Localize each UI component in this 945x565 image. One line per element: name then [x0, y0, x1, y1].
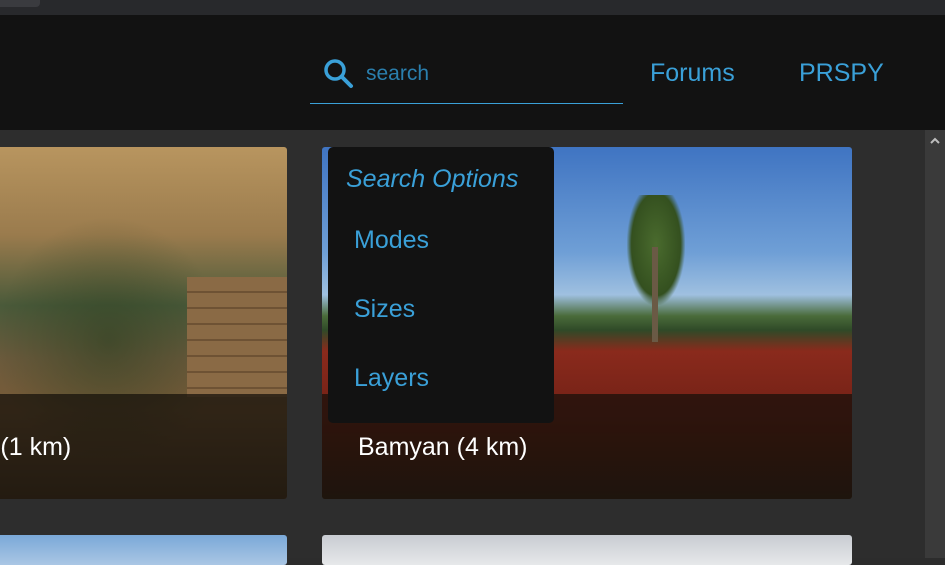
browser-top-strip: [0, 0, 945, 15]
nav-link-forums[interactable]: Forums: [650, 59, 735, 88]
map-caption: ia (1 km): [0, 433, 72, 461]
browser-tab-edge[interactable]: [0, 0, 40, 7]
vertical-scrollbar[interactable]: [925, 130, 945, 558]
chevron-up-icon[interactable]: [930, 136, 940, 146]
search-box[interactable]: [310, 53, 623, 104]
map-caption: Bamyan (4 km): [358, 433, 528, 461]
dropdown-item-modes[interactable]: Modes: [354, 226, 429, 255]
dropdown-item-sizes[interactable]: Sizes: [354, 295, 415, 324]
search-icon[interactable]: [322, 57, 356, 91]
search-input[interactable]: [364, 59, 608, 89]
map-preview-detail: [652, 247, 658, 342]
dropdown-item-layers[interactable]: Layers: [354, 364, 429, 393]
map-preview-image: [187, 277, 287, 397]
site-header: Forums PRSPY: [0, 15, 945, 130]
map-card[interactable]: [322, 535, 852, 565]
search-options-dropdown: Search Options Modes Sizes Layers: [328, 147, 554, 423]
dropdown-title: Search Options: [346, 165, 519, 193]
map-card[interactable]: ia (1 km): [0, 147, 287, 499]
nav-link-prspy[interactable]: PRSPY: [799, 59, 884, 88]
map-card[interactable]: [0, 535, 287, 565]
